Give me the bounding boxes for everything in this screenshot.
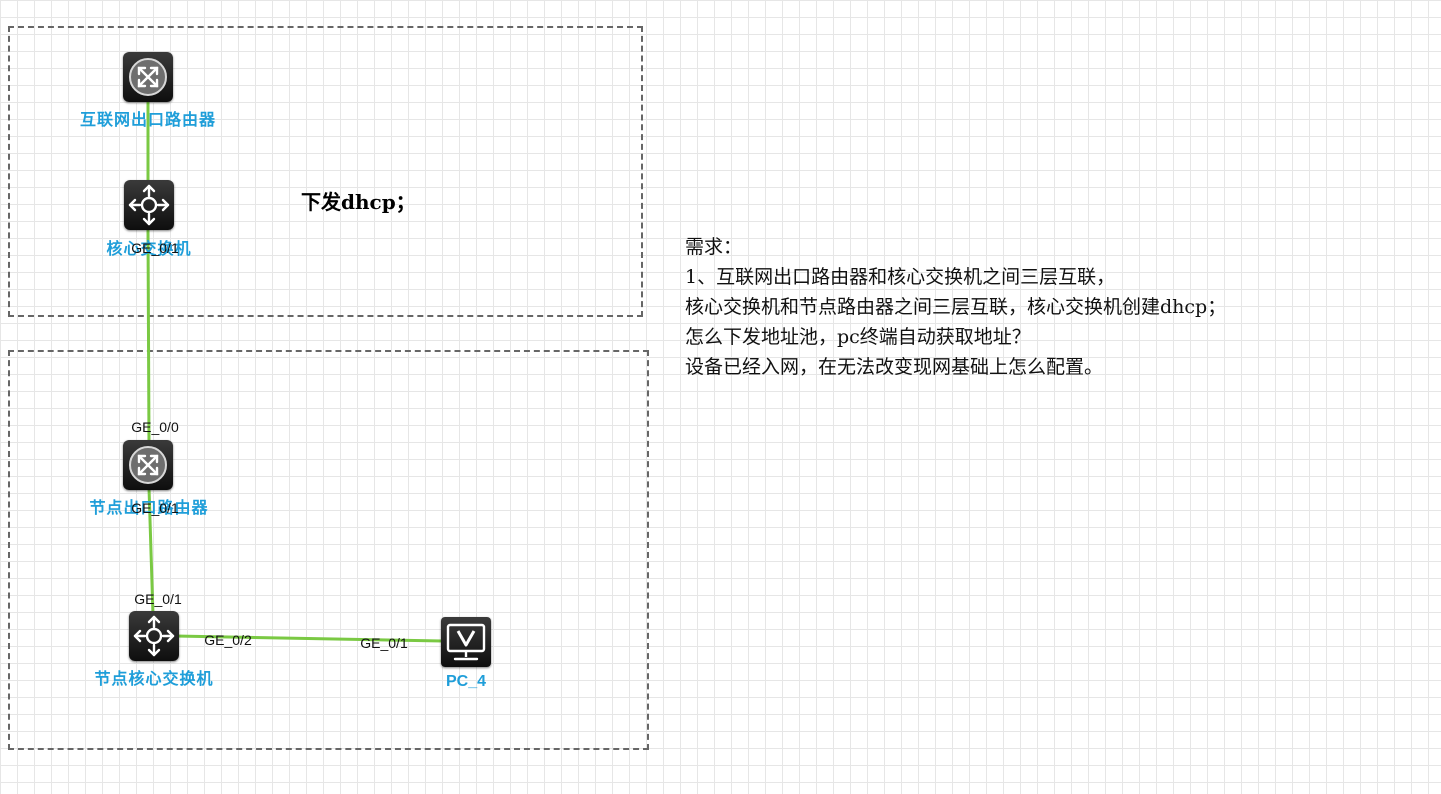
device-label-node-core-switch: 节点核心交换机: [94, 669, 214, 688]
device-label-internet-router: 互联网出口路由器: [79, 110, 217, 129]
port-label-node-router-ge01: GE_0/1: [131, 500, 179, 516]
device-label-pc4: PC_4: [445, 673, 487, 690]
requirement-line: 核心交换机和节点路由器之间三层互联，核心交换机创建dhcp；: [685, 296, 1227, 318]
requirement-line: 设备已经入网，在无法改变现网基础上怎么配置。: [685, 356, 1104, 378]
port-label-node-core-switch-ge01: GE_0/1: [134, 591, 182, 607]
router-icon[interactable]: [123, 52, 173, 102]
port-label-pc4-ge01: GE_0/1: [360, 635, 408, 651]
requirement-line: 1、互联网出口路由器和核心交换机之间三层互联，: [685, 266, 1116, 288]
requirement-line: 怎么下发地址池，pc终端自动获取地址？: [685, 326, 1031, 348]
requirements-heading: 需求：: [685, 236, 743, 258]
requirements-text: 需求： 1、互联网出口路由器和核心交换机之间三层互联， 核心交换机和节点路由器之…: [685, 232, 1226, 382]
port-label-node-router-ge00: GE_0/0: [131, 419, 179, 435]
port-label-node-core-switch-ge02: GE_0/2: [204, 632, 252, 648]
switch-icon[interactable]: [129, 611, 179, 661]
router-icon[interactable]: [123, 440, 173, 490]
port-label-core-switch-ge01: GE_0/1: [131, 240, 179, 256]
dhcp-note: 下发dhcp；: [301, 190, 416, 214]
link-core-switch-node-router[interactable]: [146, 229, 151, 446]
switch-icon[interactable]: [124, 180, 174, 230]
pc-monitor-icon[interactable]: [441, 617, 491, 667]
link-layer: [146, 100, 443, 643]
